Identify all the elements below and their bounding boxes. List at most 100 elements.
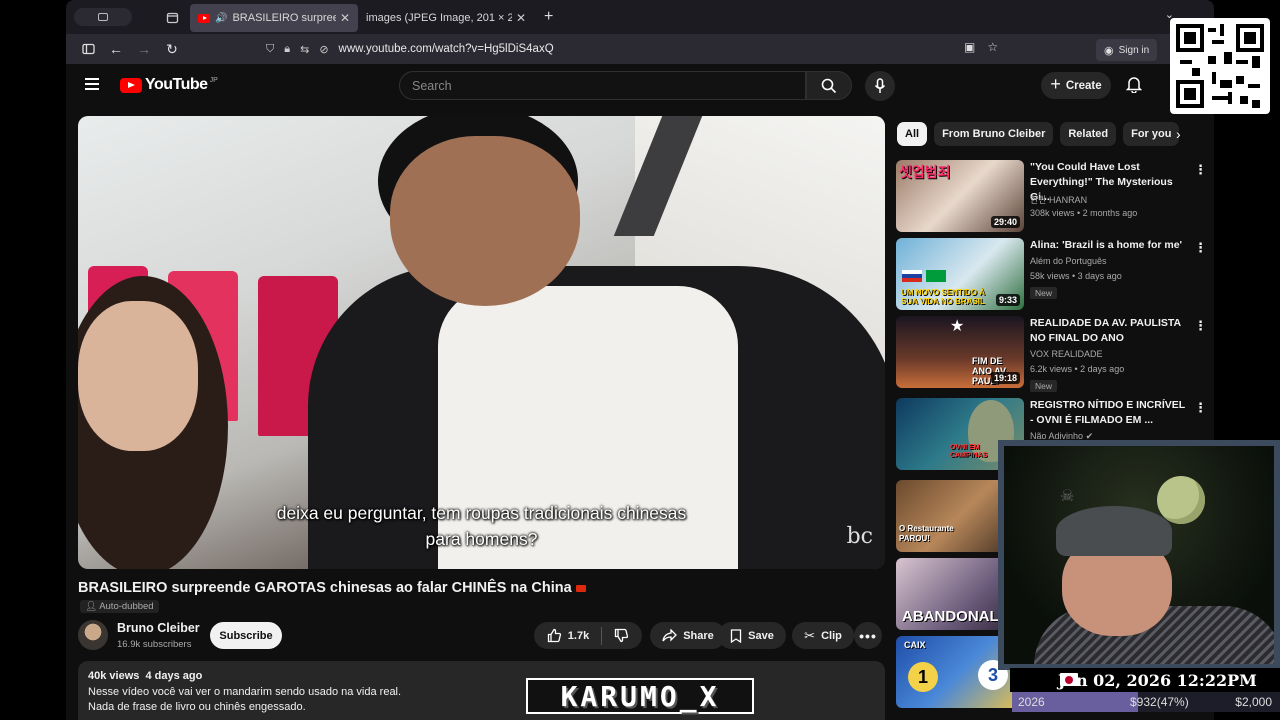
reload-button[interactable]: ↻ (158, 37, 186, 61)
channel-name[interactable]: Bruno Cleiber (117, 621, 200, 635)
youtube-play-icon (120, 77, 142, 93)
subscribe-button[interactable]: Subscribe (210, 622, 282, 649)
url-bar[interactable]: ⛉ 🔒︎ ⇆ ⊘ www.youtube.com/watch?v=Hg5lDiS… (266, 38, 1006, 60)
video-title: BRASILEIRO surpreende GAROTAS chinesas a… (78, 580, 586, 596)
video-description[interactable]: 40k views 4 days ago Nesse vídeo você va… (78, 661, 885, 720)
region-code: JP (209, 76, 218, 84)
thumbnail-text: ABANDONAL (902, 608, 999, 625)
microphone-icon (874, 78, 886, 93)
video-thumbnail[interactable]: 셋업범죄 29:40 (896, 160, 1024, 232)
video-meta: 6.2k views • 2 days ago (1030, 364, 1125, 374)
list-item[interactable]: ★ FIM DE ANO AV PAULI 19:18 REALIDADE DA… (896, 316, 1207, 392)
share-button[interactable]: Share (650, 622, 726, 649)
video-thumbnail[interactable]: UM NOVO SENTIDO À SUA VIDA NO BRASIL 9:3… (896, 238, 1024, 310)
video-title[interactable]: REALIDADE DA AV. PAULISTA NO FINAL DO AN… (1030, 316, 1190, 346)
russia-flag-icon (902, 270, 922, 282)
close-tab-icon[interactable]: ✕ (340, 11, 350, 25)
create-button[interactable]: + Create (1041, 72, 1111, 99)
bookmark-star-icon[interactable]: ☆ (987, 40, 998, 54)
tab-bar: 🔊 BRASILEIRO surpreende GA ✕ images (JPE… (66, 0, 1214, 34)
channel-name[interactable]: 한란 HANRAN (1030, 193, 1087, 206)
video-duration: 9:33 (995, 294, 1020, 306)
shield-icon[interactable]: ⛉ (266, 43, 274, 56)
video-title[interactable]: REGISTRO NÍTIDO E INCRÍVEL - OVNI É FILM… (1030, 398, 1190, 428)
chip-for-you[interactable]: For you (1123, 122, 1180, 146)
chip-related[interactable]: Related (1060, 122, 1117, 146)
thumbnail-text: O Restaurante PAROU! (899, 524, 954, 543)
forward-button[interactable]: → (130, 37, 158, 61)
dub-person-icon: 👤︎ (85, 601, 98, 612)
lock-icon[interactable]: 🔒︎ (284, 43, 290, 56)
speaker-icon[interactable]: 🔊 (215, 13, 227, 24)
tab-tray-icon[interactable] (160, 5, 184, 29)
auto-dubbed-badge: 👤︎ Auto-dubbed (80, 600, 159, 613)
channel-name[interactable]: Além do Português (1030, 256, 1107, 266)
japan-flag-icon (1060, 673, 1078, 686)
account-icon: ◉ (1104, 44, 1114, 57)
permissions-icon[interactable]: ⇆ (300, 43, 309, 56)
like-dislike-group: 1.7k (534, 622, 642, 649)
more-vertical-icon[interactable]: ⋮ (1194, 400, 1207, 416)
sign-in-button[interactable]: ◉ Sign in (1096, 39, 1158, 61)
notifications-bell-icon[interactable] (1126, 76, 1142, 93)
create-label: Create (1065, 79, 1102, 92)
list-item[interactable]: 셋업범죄 29:40 "You Could Have Lost Everythi… (896, 160, 1207, 234)
sidebar-panel-icon[interactable] (74, 37, 102, 61)
logo-wordmark: YouTube (145, 76, 208, 93)
more-horizontal-icon: ••• (859, 627, 877, 644)
picture-icon[interactable]: ▣ (964, 40, 975, 54)
chip-from-channel[interactable]: From Bruno Cleiber (934, 122, 1054, 146)
back-button[interactable]: ← (102, 37, 130, 61)
channel-avatar[interactable] (78, 620, 108, 650)
plus-icon: + (1050, 74, 1061, 94)
bookmark-icon (730, 628, 742, 643)
more-vertical-icon[interactable]: ⋮ (1194, 318, 1207, 334)
description-meta: 40k views 4 days ago (88, 670, 875, 682)
search-input[interactable]: Search (399, 71, 806, 100)
streamer-name-banner: KARUMO_X (526, 678, 754, 714)
video-thumbnail[interactable]: ★ FIM DE ANO AV PAULI 19:18 (896, 316, 1024, 388)
search-button[interactable] (806, 71, 852, 100)
thumbnail-text: 셋업범죄 (899, 164, 951, 180)
youtube-header: YouTube JP Search + Create (66, 64, 1214, 108)
moon-icon (1157, 476, 1205, 524)
more-vertical-icon[interactable]: ⋮ (1194, 240, 1207, 256)
autoplay-blocked-icon[interactable]: ⊘ (319, 43, 328, 56)
list-item[interactable]: UM NOVO SENTIDO À SUA VIDA NO BRASIL 9:3… (896, 238, 1207, 312)
url-text[interactable]: www.youtube.com/watch?v=Hg5lDiS4axQ (339, 43, 554, 55)
sidebar-toggle[interactable] (74, 8, 132, 26)
scissors-icon: ✂ (804, 627, 816, 643)
cap (1056, 506, 1172, 556)
nav-bar: ← → ↻ ⛉ 🔒︎ ⇆ ⊘ www.youtube.com/watch?v=H… (66, 34, 1214, 64)
video-meta: 58k views • 3 days ago (1030, 271, 1122, 281)
like-button[interactable]: 1.7k (547, 628, 589, 643)
close-tab-icon[interactable]: ✕ (516, 11, 526, 25)
new-badge: New (1030, 380, 1058, 392)
tab-youtube-video[interactable]: 🔊 BRASILEIRO surpreende GA ✕ (190, 4, 358, 32)
sign-in-label: Sign in (1118, 44, 1150, 56)
brazil-flag-icon (926, 270, 946, 282)
more-actions-button[interactable]: ••• (854, 622, 882, 649)
video-subtitle: deixa eu perguntar, tem roupas tradicion… (276, 503, 687, 549)
menu-icon[interactable] (85, 78, 99, 90)
chip-all[interactable]: All (897, 122, 928, 146)
subscriber-count: 16.9k subscribers (117, 639, 192, 650)
channel-name[interactable]: VOX REALIDADE (1030, 349, 1103, 359)
clip-button[interactable]: ✂ Clip (792, 622, 854, 649)
more-vertical-icon[interactable]: ⋮ (1194, 162, 1207, 178)
tab-label: BRASILEIRO surpreende GA (232, 12, 336, 24)
video-duration: 19:18 (990, 372, 1020, 384)
description-line: Nada de frase de livro ou chinês engessa… (88, 701, 306, 713)
voice-search-button[interactable] (865, 71, 895, 101)
video-player[interactable]: deixa eu perguntar, tem roupas tradicion… (78, 116, 885, 569)
youtube-logo[interactable]: YouTube JP (120, 76, 218, 94)
tab-image[interactable]: images (JPEG Image, 201 × 251 pixe ✕ (358, 4, 534, 32)
description-line: Nesse vídeo você vai ver o mandarim send… (88, 686, 402, 698)
video-title[interactable]: Alina: 'Brazil is a home for me' (1030, 238, 1190, 253)
save-button[interactable]: Save (718, 622, 786, 649)
new-tab-button[interactable]: + (544, 8, 553, 26)
chevron-right-icon[interactable]: › (1176, 126, 1181, 142)
thumbs-down-icon[interactable] (614, 628, 629, 643)
search-icon (821, 78, 837, 93)
search-placeholder: Search (412, 78, 452, 93)
